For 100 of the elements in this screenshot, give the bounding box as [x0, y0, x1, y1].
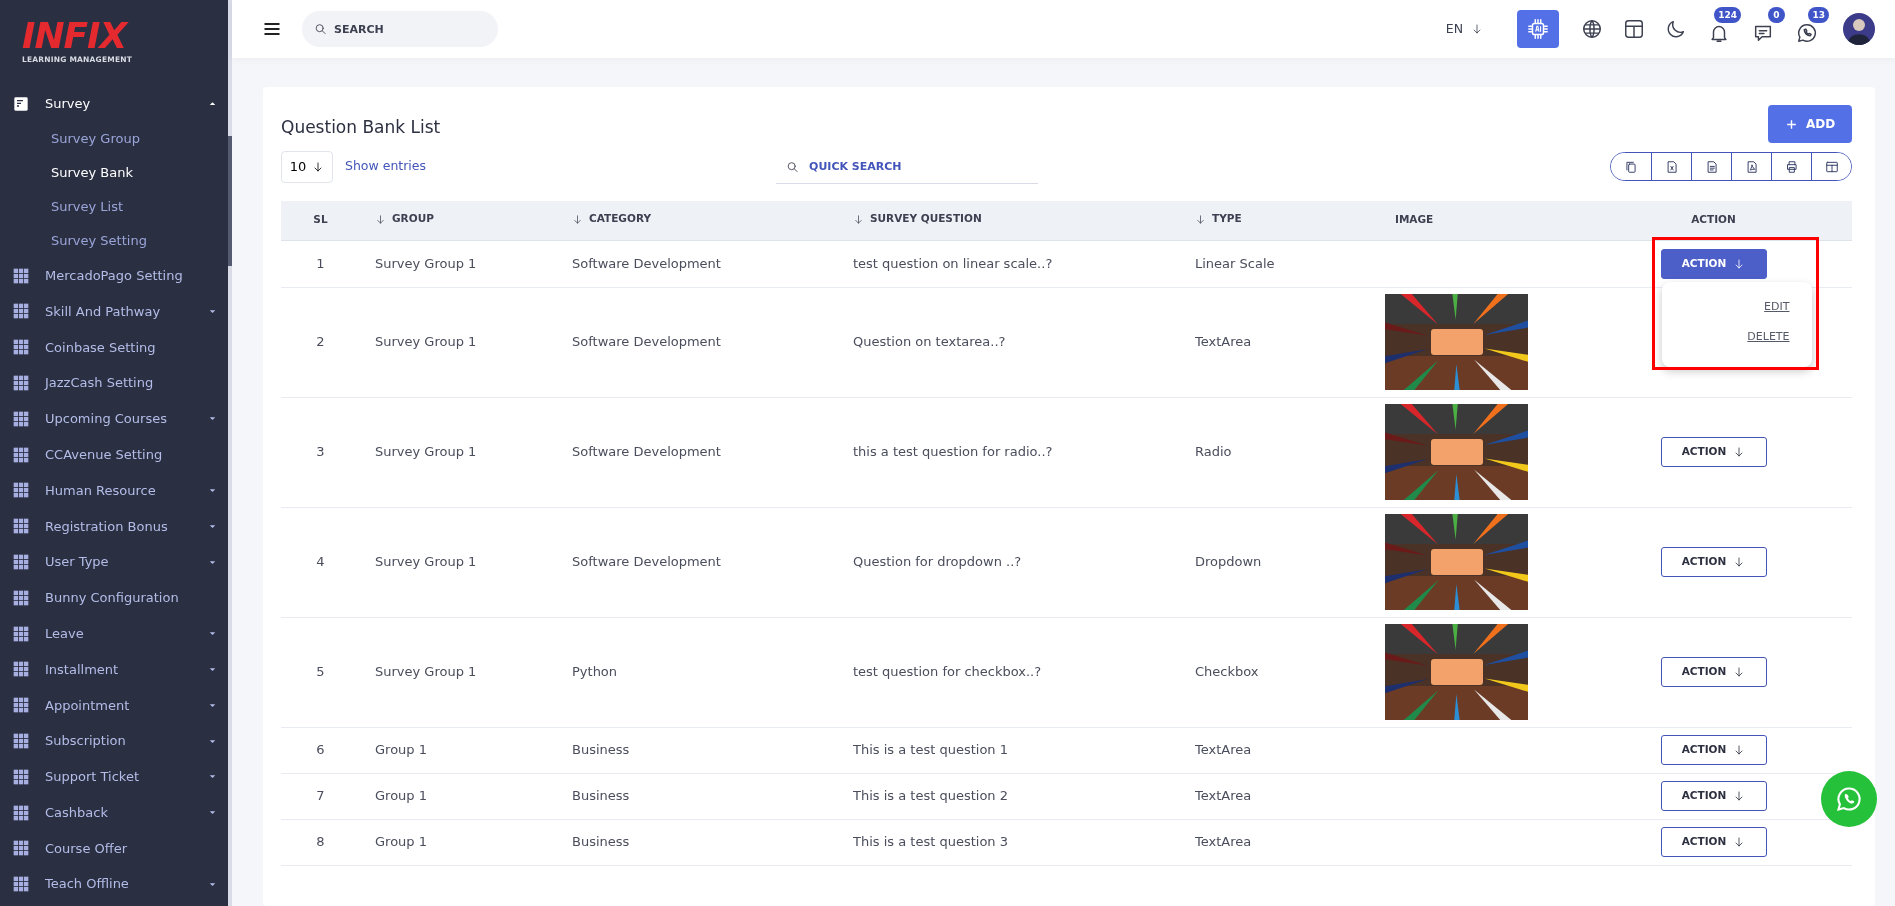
- entries-label: Show entries: [345, 157, 427, 176]
- table-cell: This is a test question 1: [838, 727, 1180, 773]
- export-button[interactable]: [1811, 153, 1851, 180]
- action-button[interactable]: ACTION: [1660, 547, 1767, 577]
- search-field[interactable]: SEARCH: [302, 11, 498, 47]
- count-badge: 13: [1808, 7, 1829, 23]
- copy-icon: [1624, 159, 1638, 174]
- sidebar-item[interactable]: MercadoPago Setting: [0, 257, 232, 294]
- column-header: ACTION: [1575, 201, 1852, 240]
- table-cell: this a test question for radio..?: [838, 397, 1180, 507]
- sidebar-item[interactable]: Installment: [0, 651, 232, 688]
- card-title: Question Bank List: [281, 116, 441, 139]
- table-cell: Survey Group 1: [360, 397, 557, 507]
- grid-icon: [13, 589, 29, 606]
- toolbar-button[interactable]: 13: [1785, 7, 1829, 51]
- sidebar-item[interactable]: Course Offer: [0, 830, 232, 867]
- table-cell: Group 1: [360, 819, 557, 865]
- document-icon: [13, 95, 29, 112]
- table-cell: Radio: [1180, 397, 1380, 507]
- column-header[interactable]: GROUP: [360, 201, 557, 240]
- action-button[interactable]: ACTION: [1660, 657, 1767, 687]
- avatar[interactable]: [1843, 13, 1875, 45]
- layout-icon: [1623, 18, 1645, 40]
- table-cell: Survey Group 1: [360, 287, 557, 397]
- sidebar-item[interactable]: Coinbase Setting: [0, 329, 232, 366]
- toolbar-button[interactable]: 124: [1697, 7, 1741, 51]
- sidebar-item[interactable]: Subscription: [0, 723, 232, 759]
- whatsapp-icon: [1835, 785, 1863, 813]
- grid-icon: [13, 661, 29, 678]
- dropdown-item[interactable]: EDIT: [1764, 291, 1790, 322]
- sidebar-item[interactable]: Survey: [0, 86, 232, 122]
- grid-icon: [13, 625, 29, 642]
- sidebar-subitem[interactable]: Survey Group: [0, 121, 232, 156]
- grid-icon: [13, 804, 29, 821]
- grid-icon: [13, 303, 29, 320]
- table-cell: TextArea: [1180, 819, 1380, 865]
- dropdown-item[interactable]: DELETE: [1747, 321, 1790, 352]
- table-cell: Python: [557, 617, 838, 727]
- sidebar-item[interactable]: Leave: [0, 615, 232, 652]
- sidebar-item[interactable]: User Type: [0, 544, 232, 580]
- sort-icon: [1195, 213, 1206, 225]
- table-cell: Survey Group 1: [360, 240, 557, 287]
- language-selector[interactable]: EN: [1445, 19, 1483, 39]
- add-button[interactable]: ADD: [1768, 105, 1852, 143]
- action-button[interactable]: ACTION: [1660, 248, 1767, 279]
- action-button[interactable]: ACTION: [1660, 827, 1767, 857]
- grid-icon: [13, 446, 29, 463]
- table-cell: Software Development: [557, 507, 838, 617]
- grid-icon: [13, 768, 29, 785]
- table-cell: TextArea: [1180, 287, 1380, 397]
- sidebar-subitem[interactable]: Survey Setting: [0, 223, 232, 258]
- action-button[interactable]: ACTION: [1660, 735, 1767, 765]
- table-cell: Business: [557, 727, 838, 773]
- grid-icon: [13, 518, 29, 535]
- sidebar-subitem[interactable]: Survey Bank: [0, 155, 232, 190]
- table-cell: Survey Group 1: [360, 617, 557, 727]
- grid-icon: [13, 733, 29, 750]
- sidebar-item[interactable]: Appointment: [0, 687, 232, 724]
- table-cell: Software Development: [557, 397, 838, 507]
- sort-icon: [853, 213, 864, 225]
- table-cell: 1: [281, 240, 360, 287]
- grid-icon: [13, 410, 29, 427]
- sidebar-item[interactable]: Human Resource: [0, 472, 232, 509]
- table-cell: test question for checkbox..?: [838, 617, 1180, 727]
- sidebar-item[interactable]: CCAvenue Setting: [0, 436, 232, 473]
- sidebar-subitem[interactable]: Survey List: [0, 189, 232, 224]
- grid-icon: [13, 375, 29, 392]
- table-cell: This is a test question 3: [838, 819, 1180, 865]
- table-cell: 6: [281, 727, 360, 773]
- printer-icon: [1784, 159, 1799, 174]
- action-button[interactable]: ACTION: [1660, 781, 1767, 811]
- grid-icon: [13, 840, 29, 857]
- search-icon: [786, 160, 800, 173]
- sidebar-item[interactable]: Teach Offline: [0, 866, 232, 903]
- table-cell: Software Development: [557, 240, 838, 287]
- sidebar-item[interactable]: Registration Bonus: [0, 508, 232, 545]
- toolbar-button[interactable]: 0: [1741, 7, 1785, 51]
- table-cell: Business: [557, 819, 838, 865]
- table-cell: Linear Scale: [1180, 240, 1380, 287]
- table-cell: Checkbox: [1180, 617, 1380, 727]
- sidebar-item[interactable]: Support Ticket: [0, 758, 232, 795]
- sidebar-item[interactable]: Cashback: [0, 794, 232, 831]
- column-header[interactable]: CATEGORY: [557, 201, 838, 240]
- table-cell: TextArea: [1180, 727, 1380, 773]
- table-cell: Group 1: [360, 773, 557, 819]
- phone-chat-icon: [1796, 21, 1818, 44]
- count-badge: 0: [1768, 7, 1785, 23]
- scrollbar-thumb[interactable]: [228, 136, 232, 266]
- sidebar-item[interactable]: Skill And Pathway: [0, 293, 232, 330]
- sidebar-item[interactable]: JazzCash Setting: [0, 365, 232, 401]
- count-badge: 124: [1714, 7, 1741, 23]
- sidebar-item[interactable]: Bunny Configuration: [0, 579, 232, 616]
- column-header[interactable]: SURVEY QUESTION: [838, 201, 1180, 240]
- action-button[interactable]: ACTION: [1660, 437, 1767, 467]
- column-header[interactable]: TYPE: [1180, 201, 1380, 240]
- sidebar-item[interactable]: Upcoming Courses: [0, 401, 232, 437]
- toolbar-button[interactable]: [1517, 10, 1559, 48]
- plus-icon: [1784, 117, 1798, 131]
- entries-select[interactable]: 10: [281, 150, 333, 183]
- arrow-down-icon: [1471, 23, 1483, 35]
